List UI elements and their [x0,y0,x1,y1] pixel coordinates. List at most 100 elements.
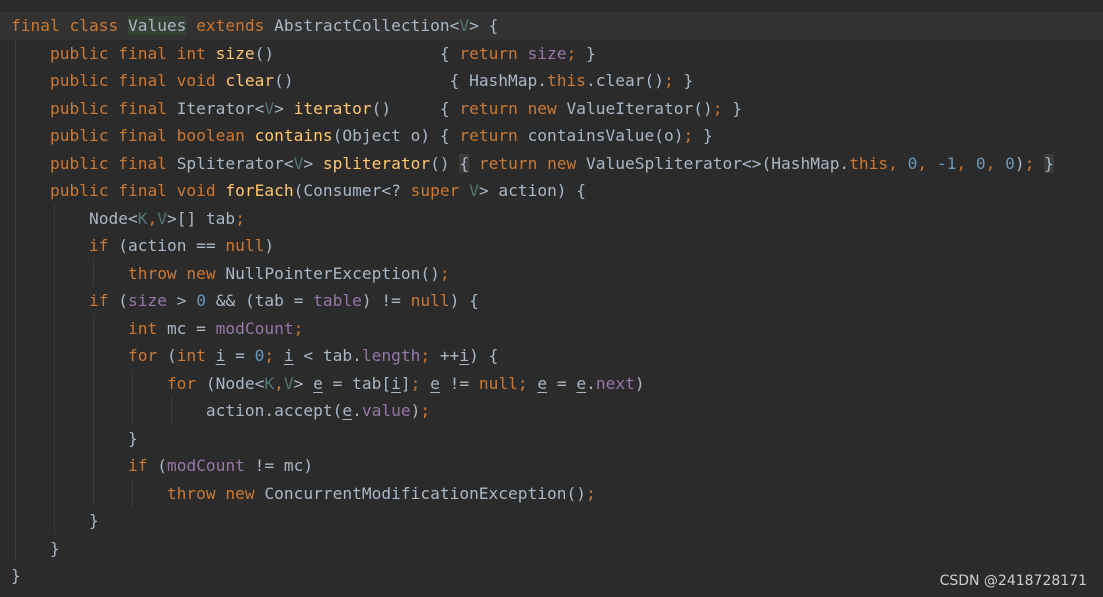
code-editor[interactable]: final class Values extends AbstractColle… [0,0,1103,597]
code-token: V [157,208,167,228]
code-token: clear [225,71,275,90]
code-area[interactable]: final class Values extends AbstractColle… [0,12,1103,590]
code-line[interactable]: throw new ConcurrentModificationExceptio… [0,479,1103,507]
code-line[interactable]: } [0,534,1103,562]
indent-guide [132,369,134,397]
code-line[interactable]: } [0,507,1103,535]
code-token: null [478,373,518,393]
code-token: throw new [127,263,226,283]
code-token: ; [293,318,304,338]
code-token: (action == [118,236,226,255]
code-line[interactable]: public final int size() { return size; } [0,39,1103,67]
indent-guide [54,452,56,480]
code-line[interactable]: } [0,562,1103,590]
code-line[interactable]: action.accept(e.value); [0,397,1103,425]
code-token: V [283,373,294,393]
code-token: V [264,98,275,118]
code-line[interactable]: throw new NullPointerException(); [0,259,1103,287]
code-token: () { [254,43,460,63]
code-token: , [888,153,908,173]
code-line[interactable]: public final Iterator<V> iterator() { re… [0,94,1103,122]
code-token: ) [1014,153,1025,173]
indent-guide [54,342,56,370]
code-token: spliterator [322,153,431,173]
indent-guide [54,507,56,535]
code-token: && (tab = [215,291,314,310]
indent-guide [15,259,16,287]
code-token: if [88,236,119,255]
indent-guide [93,314,95,342]
code-token: } [586,43,596,63]
code-token: , [147,208,158,228]
code-token: () { [371,98,460,118]
code-token: ( [118,291,128,310]
code-token: table [313,291,362,310]
indent-guide [15,342,16,370]
code-token: } [11,566,21,585]
code-line[interactable]: if (modCount != mc) [0,452,1103,480]
code-line[interactable]: public final void clear() { HashMap.this… [0,67,1103,95]
indent-guide [93,259,95,287]
code-token: ++ [439,346,460,365]
code-token: , [917,153,937,173]
indent-guide [54,259,56,287]
code-token: > [303,153,323,173]
code-token: (Consumer<? [293,181,411,200]
code-token: containsValue(o) [527,126,684,145]
code-token: . [352,401,362,420]
code-token: modCount [215,318,294,338]
code-line[interactable]: } [0,424,1103,452]
code-token: action.accept( [11,401,343,420]
indent-guide [93,397,95,425]
code-token: > [293,373,314,393]
code-token: ; [439,263,450,283]
indent-guide [15,177,16,205]
code-token: public final int [49,43,216,63]
indent-guide [54,397,56,425]
code-token: value [361,401,411,420]
code-token: extends [196,16,275,35]
indent-guide [15,287,16,315]
indent-guide [54,369,56,397]
code-line[interactable]: if (size > 0 && (tab = table) != null) { [0,287,1103,315]
code-token: public final [49,98,177,118]
indent-guide [132,397,134,425]
code-line[interactable]: Node<K,V>[] tab; [0,204,1103,232]
code-token: i [283,346,294,365]
indent-guide [54,287,56,315]
code-line[interactable]: int mc = modCount; [0,314,1103,342]
code-token: 0 [196,291,216,310]
indent-guide [15,534,16,562]
code-token: ; [566,43,587,63]
code-token: > action) { [478,181,587,200]
indent-guide [15,507,16,535]
indent-guide [15,479,16,507]
code-token: , [274,373,284,393]
code-line[interactable]: if (action == null) [0,232,1103,260]
code-token: ] [400,373,411,393]
code-line[interactable]: public final boolean contains(Object o) … [0,122,1103,150]
code-token: ) [410,401,421,420]
code-token: ) [634,373,645,393]
code-line[interactable]: public final void forEach(Consumer<? sup… [0,177,1103,205]
code-line[interactable]: final class Values extends AbstractColle… [0,12,1103,40]
indent-guide [15,424,16,452]
code-token: int [176,346,216,365]
code-token: size [527,43,567,63]
indent-guide [15,122,16,150]
code-token: ; [586,483,596,503]
code-line[interactable]: for (Node<K,V> e = tab[i]; e != null; e … [0,369,1103,397]
code-token: length [361,346,421,365]
code-line[interactable]: for (int i = 0; i < tab.length; ++i) { [0,342,1103,370]
code-token: V [293,153,304,173]
code-line[interactable]: public final Spliterator<V> spliterator(… [0,149,1103,177]
code-token: > [274,98,294,118]
indent-guide [15,39,16,67]
